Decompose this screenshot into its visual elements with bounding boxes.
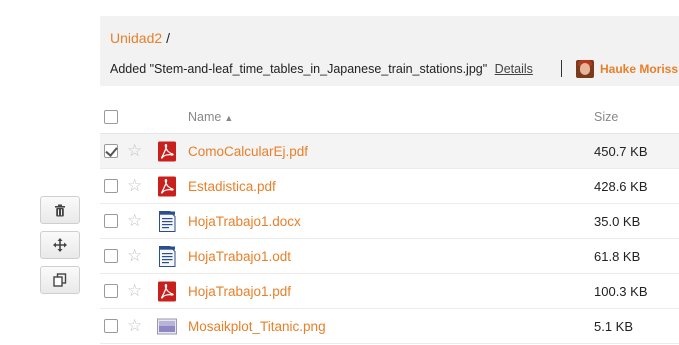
delete-button[interactable]: [40, 196, 80, 224]
name-header-label: Name: [188, 110, 222, 124]
star-icon[interactable]: ☆: [127, 211, 142, 231]
file-name-link[interactable]: HojaTrabajo1.odt: [188, 249, 291, 264]
select-all-checkbox[interactable]: [104, 110, 118, 124]
copy-icon: [53, 273, 67, 287]
row-checkbox[interactable]: [104, 144, 118, 158]
file-size: 428.6 KB: [594, 179, 648, 194]
pdf-file-icon: [158, 141, 176, 162]
row-checkbox[interactable]: [104, 214, 118, 228]
avatar: [576, 60, 594, 78]
row-checkbox[interactable]: [104, 319, 118, 333]
breadcrumb-folder-link[interactable]: Unidad2: [110, 30, 162, 46]
move-button[interactable]: [40, 231, 80, 259]
sort-ascending-icon: ▲: [224, 113, 234, 123]
star-icon[interactable]: ☆: [127, 176, 142, 196]
file-size: 5.1 KB: [594, 319, 634, 334]
pdf-file-icon: [158, 281, 176, 302]
activity-divider: [561, 60, 562, 77]
star-icon[interactable]: ☆: [127, 316, 142, 336]
table-row[interactable]: ☆ HojaTrabajo1.odt 61.8 KB: [100, 239, 679, 274]
size-column-header[interactable]: Size: [594, 110, 618, 124]
details-link[interactable]: Details: [495, 62, 533, 76]
table-row[interactable]: ☆ ComoCalcularEj.pdf 450.7 KB: [100, 134, 679, 169]
table-row[interactable]: ☆ Estadistica.pdf 428.6 KB: [100, 169, 679, 204]
row-checkbox[interactable]: [104, 179, 118, 193]
breadcrumb-separator: /: [166, 30, 171, 46]
file-size: 450.7 KB: [594, 144, 648, 159]
activity-user[interactable]: Hauke Moriss: [576, 60, 678, 78]
copy-button[interactable]: [40, 266, 80, 294]
star-icon[interactable]: ☆: [127, 281, 142, 301]
table-row[interactable]: ☆ Mosaikplot_Titanic.png 5.1 KB: [100, 309, 679, 344]
file-name-link[interactable]: ComoCalcularEj.pdf: [188, 144, 308, 159]
file-name-link[interactable]: HojaTrabajo1.docx: [188, 214, 301, 229]
file-size: 61.8 KB: [594, 249, 641, 264]
last-activity: Added "Stem-and-leaf_time_tables_in_Japa…: [110, 62, 533, 76]
file-size: 35.0 KB: [594, 214, 641, 229]
name-column-header[interactable]: Name ▲: [188, 110, 233, 124]
document-file-icon: [159, 246, 176, 267]
folder-header: Unidad2/ Added "Stem-and-leaf_time_table…: [100, 16, 679, 86]
row-checkbox[interactable]: [104, 249, 118, 263]
table-row[interactable]: ☆ HojaTrabajo1.pdf 100.3 KB: [100, 274, 679, 309]
row-checkbox[interactable]: [104, 284, 118, 298]
star-icon[interactable]: ☆: [127, 246, 142, 266]
file-size: 100.3 KB: [594, 284, 648, 299]
file-name-link[interactable]: HojaTrabajo1.pdf: [188, 284, 291, 299]
breadcrumb: Unidad2/: [110, 30, 170, 46]
pdf-file-icon: [158, 176, 176, 197]
document-file-icon: [159, 211, 176, 232]
activity-message: Added "Stem-and-leaf_time_tables_in_Japa…: [110, 62, 488, 76]
side-actions-toolbar: [40, 196, 80, 301]
image-file-icon: [157, 318, 177, 335]
file-table: Name ▲ Size ☆ ComoCalcularEj.pdf 450.7 KB ☆ E…: [100, 100, 679, 344]
file-name-link[interactable]: Estadistica.pdf: [188, 179, 276, 194]
trash-icon: [55, 204, 65, 216]
move-icon: [53, 238, 67, 252]
file-name-link[interactable]: Mosaikplot_Titanic.png: [188, 319, 326, 334]
user-name[interactable]: Hauke Moriss: [600, 62, 678, 76]
table-row[interactable]: ☆ HojaTrabajo1.docx 35.0 KB: [100, 204, 679, 239]
file-rows: ☆ ComoCalcularEj.pdf 450.7 KB ☆ Estadistica.…: [100, 134, 679, 344]
star-icon[interactable]: ☆: [127, 141, 142, 161]
table-header: Name ▲ Size: [100, 100, 679, 134]
